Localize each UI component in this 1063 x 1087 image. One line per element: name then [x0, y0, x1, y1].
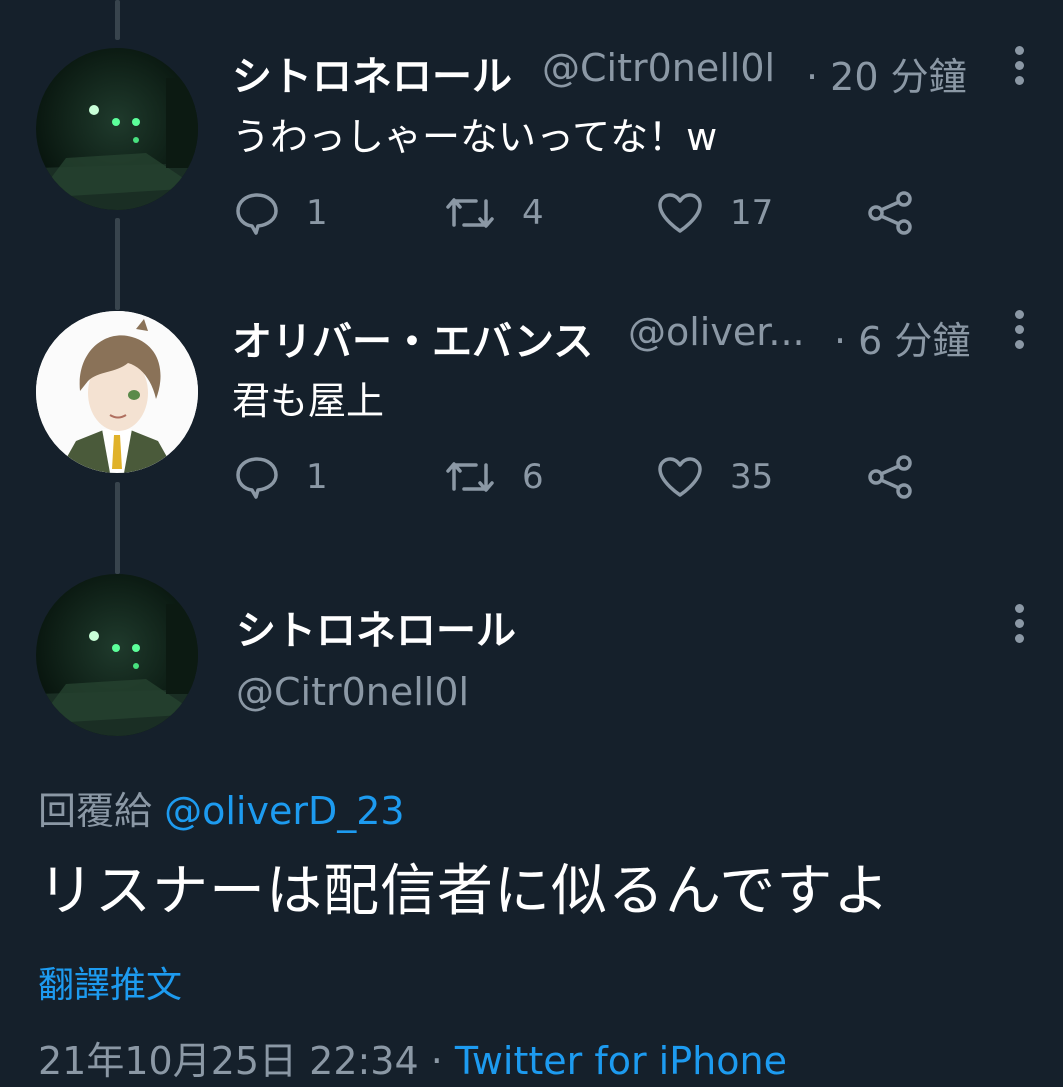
share-button[interactable]: [866, 455, 940, 499]
avatar-citronellol[interactable]: [36, 574, 198, 736]
reply-icon: [236, 457, 278, 499]
main-handle[interactable]: @Citr0nell0l: [236, 670, 469, 714]
reply-button[interactable]: 1: [234, 455, 328, 499]
share-icon: [868, 455, 912, 499]
like-button[interactable]: 17: [656, 191, 773, 235]
thread-line-2: [115, 482, 120, 574]
like-count: 17: [730, 193, 774, 233]
reply-prefix: 回覆給: [38, 789, 153, 833]
retweet-count: 6: [522, 457, 544, 497]
replying-to: 回覆給 @oliverD_23: [38, 780, 405, 835]
tweet2-time[interactable]: · 6 分鐘: [834, 310, 970, 365]
timestamp[interactable]: 21年10月25日 22:34 ·: [38, 1039, 443, 1083]
thread-line-top: [115, 0, 120, 40]
like-button[interactable]: 35: [656, 455, 773, 499]
retweet-button[interactable]: 6: [444, 455, 544, 499]
retweet-count: 4: [522, 193, 544, 233]
tweet2-handle[interactable]: @oliver...: [628, 310, 805, 354]
more-icon[interactable]: [1014, 310, 1024, 355]
reply-to-link[interactable]: @oliverD_23: [164, 789, 404, 833]
tweet1-time[interactable]: · 20 分鐘: [806, 46, 967, 101]
night-road-image: [36, 48, 198, 210]
share-icon: [868, 191, 912, 235]
translate-tweet-link[interactable]: 翻譯推文: [38, 956, 182, 1008]
like-icon: [658, 193, 702, 233]
tweet1-text: うわっしゃーないってな！w: [232, 115, 718, 159]
retweet-icon: [446, 462, 494, 492]
like-count: 35: [730, 457, 774, 497]
reply-count: 1: [306, 457, 328, 497]
share-button[interactable]: [866, 191, 940, 235]
main-tweet-text: リスナーは配信者に似るんですよ: [38, 859, 891, 924]
more-icon[interactable]: [1014, 46, 1024, 91]
more-icon[interactable]: [1014, 604, 1024, 649]
retweet-button[interactable]: 4: [444, 191, 544, 235]
tweet1-handle[interactable]: @Citr0nell0l: [542, 46, 775, 90]
night-road-image: [36, 574, 198, 736]
reply-count: 1: [306, 193, 328, 233]
source-link[interactable]: Twitter for iPhone: [455, 1039, 787, 1083]
avatar-oliver[interactable]: [36, 311, 198, 473]
anime-character-image: [36, 311, 198, 473]
tweet1-author-name[interactable]: シトロネロール: [232, 44, 512, 102]
tweet2-author-name[interactable]: オリバー・エバンス: [232, 309, 593, 367]
thread-line-1: [115, 218, 120, 310]
like-icon: [658, 457, 702, 497]
tweet-meta: 21年10月25日 22:34 · Twitter for iPhone: [38, 1030, 787, 1085]
retweet-icon: [446, 198, 494, 228]
tweet2-text: 君も屋上: [232, 379, 385, 423]
reply-button[interactable]: 1: [234, 191, 328, 235]
avatar-citronellol[interactable]: [36, 48, 198, 210]
reply-icon: [236, 193, 278, 235]
main-author-name[interactable]: シトロネロール: [236, 598, 516, 656]
